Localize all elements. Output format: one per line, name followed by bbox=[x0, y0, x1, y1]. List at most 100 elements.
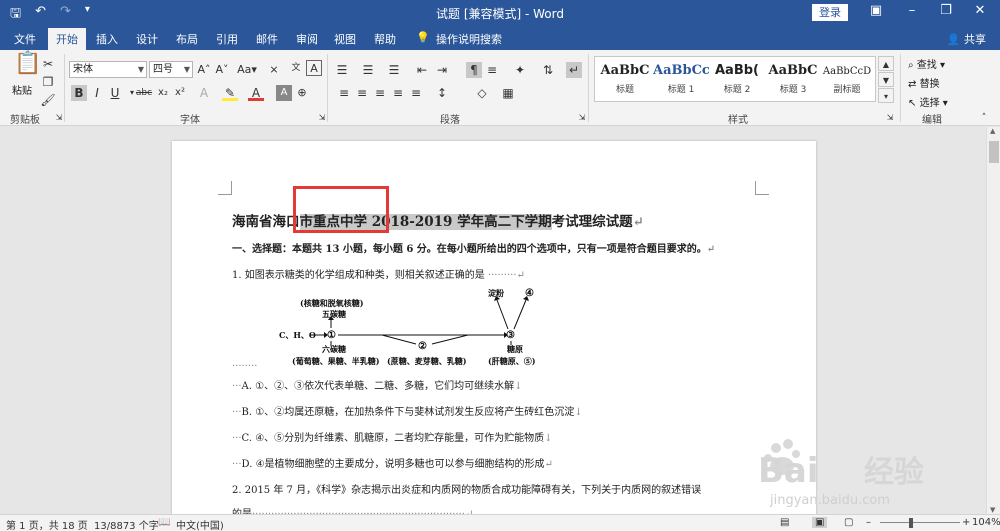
tab-view[interactable]: 视图 bbox=[334, 31, 356, 47]
tab-home[interactable]: 开始 bbox=[48, 28, 86, 50]
tab-mailings[interactable]: 邮件 bbox=[256, 31, 278, 47]
scroll-up-icon[interactable]: ▲ bbox=[990, 127, 995, 135]
align-left-icon[interactable]: ≡ bbox=[336, 85, 352, 101]
style-heading-2[interactable]: AaBb( 标题 2 bbox=[709, 57, 765, 101]
enclose-characters-icon[interactable]: A bbox=[306, 60, 322, 76]
multilevel-list-icon[interactable]: ☰ bbox=[386, 62, 402, 78]
option-c[interactable]: ···C. ④、⑤分别为纤维素、肌糖原，二者均贮存能量，可作为贮能物质↓ bbox=[232, 429, 553, 444]
scroll-down-icon[interactable]: ▼ bbox=[990, 506, 995, 514]
section-heading[interactable]: 一、选择题：本题共 13 小题，每小题 6 分。在每小题所给出的四个选项中，只有… bbox=[232, 240, 715, 255]
numbering-icon[interactable]: ☰ bbox=[360, 62, 376, 78]
paste-button[interactable]: 粘贴 bbox=[12, 82, 32, 97]
chinese-layout-icon[interactable]: ≡ bbox=[484, 62, 500, 78]
restore-icon[interactable]: ❐ bbox=[936, 3, 956, 18]
shrink-font-icon[interactable]: A˅ bbox=[214, 62, 230, 78]
strikethrough-icon[interactable]: abc bbox=[134, 85, 154, 101]
underline-icon[interactable]: U bbox=[107, 85, 123, 101]
align-right-icon[interactable]: ≡ bbox=[372, 85, 388, 101]
shading-icon[interactable]: ◇ bbox=[474, 85, 490, 101]
vertical-scrollbar[interactable]: ▲ ▼ bbox=[986, 127, 1000, 514]
style-heading-3[interactable]: AaBbC 标题 3 bbox=[765, 57, 821, 101]
find-button[interactable]: ⌕ 查找 ▾ bbox=[908, 56, 945, 71]
zoom-slider-thumb[interactable] bbox=[909, 518, 913, 528]
change-case-icon[interactable]: Aa▾ bbox=[236, 62, 258, 78]
character-border-icon[interactable]: ⊕ bbox=[294, 85, 310, 101]
tell-me-search[interactable]: 操作说明搜索 bbox=[436, 31, 502, 47]
show-marks-icon[interactable]: ¶ bbox=[466, 62, 482, 78]
question-1[interactable]: 1. 如图表示糖类的化学组成和种类，则相关叙述正确的是 ·········↵ bbox=[232, 266, 525, 281]
bullets-icon[interactable]: ☰ bbox=[334, 62, 350, 78]
asian-layout-icon[interactable]: ✦ bbox=[512, 62, 528, 78]
font-name-select[interactable]: 宋体 ▼ bbox=[69, 61, 147, 78]
option-d[interactable]: ···D. ④是植物细胞壁的主要成分，说明多糖也可以参与细胞结构的形成↵ bbox=[232, 455, 553, 470]
tab-insert[interactable]: 插入 bbox=[96, 31, 118, 47]
styles-more-icon[interactable]: ▾ bbox=[878, 88, 894, 103]
styles-launcher-icon[interactable]: ⇲ bbox=[882, 110, 898, 126]
cut-icon[interactable]: ✂ bbox=[40, 56, 56, 72]
character-shading-icon[interactable]: A bbox=[276, 85, 292, 101]
tab-layout[interactable]: 布局 bbox=[176, 31, 198, 47]
distributed-icon[interactable]: ≡ bbox=[408, 85, 424, 101]
phonetic-guide-icon[interactable]: 文 bbox=[288, 60, 304, 76]
read-mode-icon[interactable]: ▤ bbox=[780, 517, 789, 528]
superscript-icon[interactable]: x² bbox=[172, 85, 188, 101]
line-spacing-icon[interactable]: ↕ bbox=[434, 85, 450, 101]
search-icon: ⌕ bbox=[908, 60, 914, 71]
subscript-icon[interactable]: x₂ bbox=[155, 85, 171, 101]
login-button[interactable]: 登录 bbox=[812, 4, 848, 21]
borders-icon[interactable]: ▦ bbox=[500, 85, 516, 101]
select-button[interactable]: ↖ 选择 ▾ bbox=[908, 94, 948, 109]
styles-scroll-up-icon[interactable]: ▲ bbox=[878, 56, 894, 71]
share-button[interactable]: 👤 共享 bbox=[947, 31, 986, 47]
font-name-value: 宋体 bbox=[73, 64, 93, 75]
clear-formatting-icon[interactable]: ⨯ bbox=[266, 62, 282, 78]
font-size-select[interactable]: 四号 ▼ bbox=[149, 61, 193, 78]
zoom-in-icon[interactable]: + bbox=[962, 517, 970, 528]
bold-icon[interactable]: B bbox=[71, 85, 87, 101]
justify-icon[interactable]: ≡ bbox=[390, 85, 406, 101]
tab-help[interactable]: 帮助 bbox=[374, 31, 396, 47]
align-center-icon[interactable]: ≡ bbox=[354, 85, 370, 101]
highlight-icon[interactable]: ✎ bbox=[222, 85, 238, 101]
proofing-icon[interactable]: 📖 bbox=[158, 517, 170, 528]
language-indicator[interactable]: 中文(中国) bbox=[176, 517, 224, 531]
tab-design[interactable]: 设计 bbox=[136, 31, 158, 47]
format-painter-icon[interactable]: 🖌 bbox=[40, 92, 56, 108]
print-layout-icon[interactable]: ▣ bbox=[812, 517, 828, 528]
option-b[interactable]: ···B. ①、②均属还原糖，在加热条件下与斐林试剂发生反应将产生砖红色沉淀↓ bbox=[232, 403, 583, 418]
paragraph-mark-icon[interactable]: ↵ bbox=[566, 62, 582, 78]
word-count[interactable]: 13/8873 个字 bbox=[94, 517, 159, 531]
copy-icon[interactable]: ❐ bbox=[40, 74, 56, 90]
grow-font-icon[interactable]: A˄ bbox=[196, 62, 212, 78]
question-2[interactable]: 2. 2015 年 7 月，《科学》杂志揭示出炎症和内质网的物质合成功能障碍有关… bbox=[232, 481, 701, 496]
web-layout-icon[interactable]: ▢ bbox=[844, 517, 853, 528]
sort-icon[interactable]: ⇅ bbox=[540, 62, 556, 78]
text-effects-icon[interactable]: A bbox=[196, 85, 212, 101]
increase-indent-icon[interactable]: ⇥ bbox=[434, 62, 450, 78]
scrollbar-thumb[interactable] bbox=[989, 141, 999, 163]
page-count[interactable]: 第 1 页，共 18 页 bbox=[6, 517, 88, 531]
question-2-cont[interactable]: 的是······································… bbox=[232, 505, 473, 514]
decrease-indent-icon[interactable]: ⇤ bbox=[414, 62, 430, 78]
minimize-icon[interactable]: – bbox=[902, 3, 922, 18]
tab-review[interactable]: 审阅 bbox=[296, 31, 318, 47]
tab-references[interactable]: 引用 bbox=[216, 31, 238, 47]
chevron-down-icon: ▼ bbox=[137, 65, 144, 74]
replace-button[interactable]: ⇄ 替换 bbox=[908, 75, 940, 90]
style-subtitle[interactable]: AaBbCcD 副标题 bbox=[819, 57, 875, 101]
style-title[interactable]: AaBbC 标题 bbox=[597, 57, 653, 101]
style-heading-1[interactable]: AaBbCc 标题 1 bbox=[653, 57, 709, 101]
close-icon[interactable]: ✕ bbox=[970, 3, 990, 18]
collapse-ribbon-icon[interactable]: ˄ bbox=[976, 110, 992, 126]
document-page[interactable]: 海南省海口市重点中学 2018-2019 学年高二下学期考试理综试题↵ 一、选择… bbox=[172, 141, 816, 514]
paste-icon[interactable]: 📋 bbox=[14, 53, 41, 82]
option-a[interactable]: ···A. ①、②、③依次代表单糖、二糖、多糖，它们均可继续水解↓ bbox=[232, 377, 522, 392]
zoom-level[interactable]: 104% bbox=[972, 517, 1000, 528]
ribbon-display-icon[interactable]: ▣ bbox=[866, 3, 886, 18]
tab-file[interactable]: 文件 bbox=[14, 31, 36, 47]
font-color-icon[interactable]: A bbox=[248, 85, 264, 101]
zoom-slider[interactable] bbox=[880, 522, 960, 523]
styles-scroll-down-icon[interactable]: ▼ bbox=[878, 72, 894, 87]
italic-icon[interactable]: I bbox=[89, 85, 105, 101]
zoom-out-icon[interactable]: – bbox=[866, 517, 871, 528]
